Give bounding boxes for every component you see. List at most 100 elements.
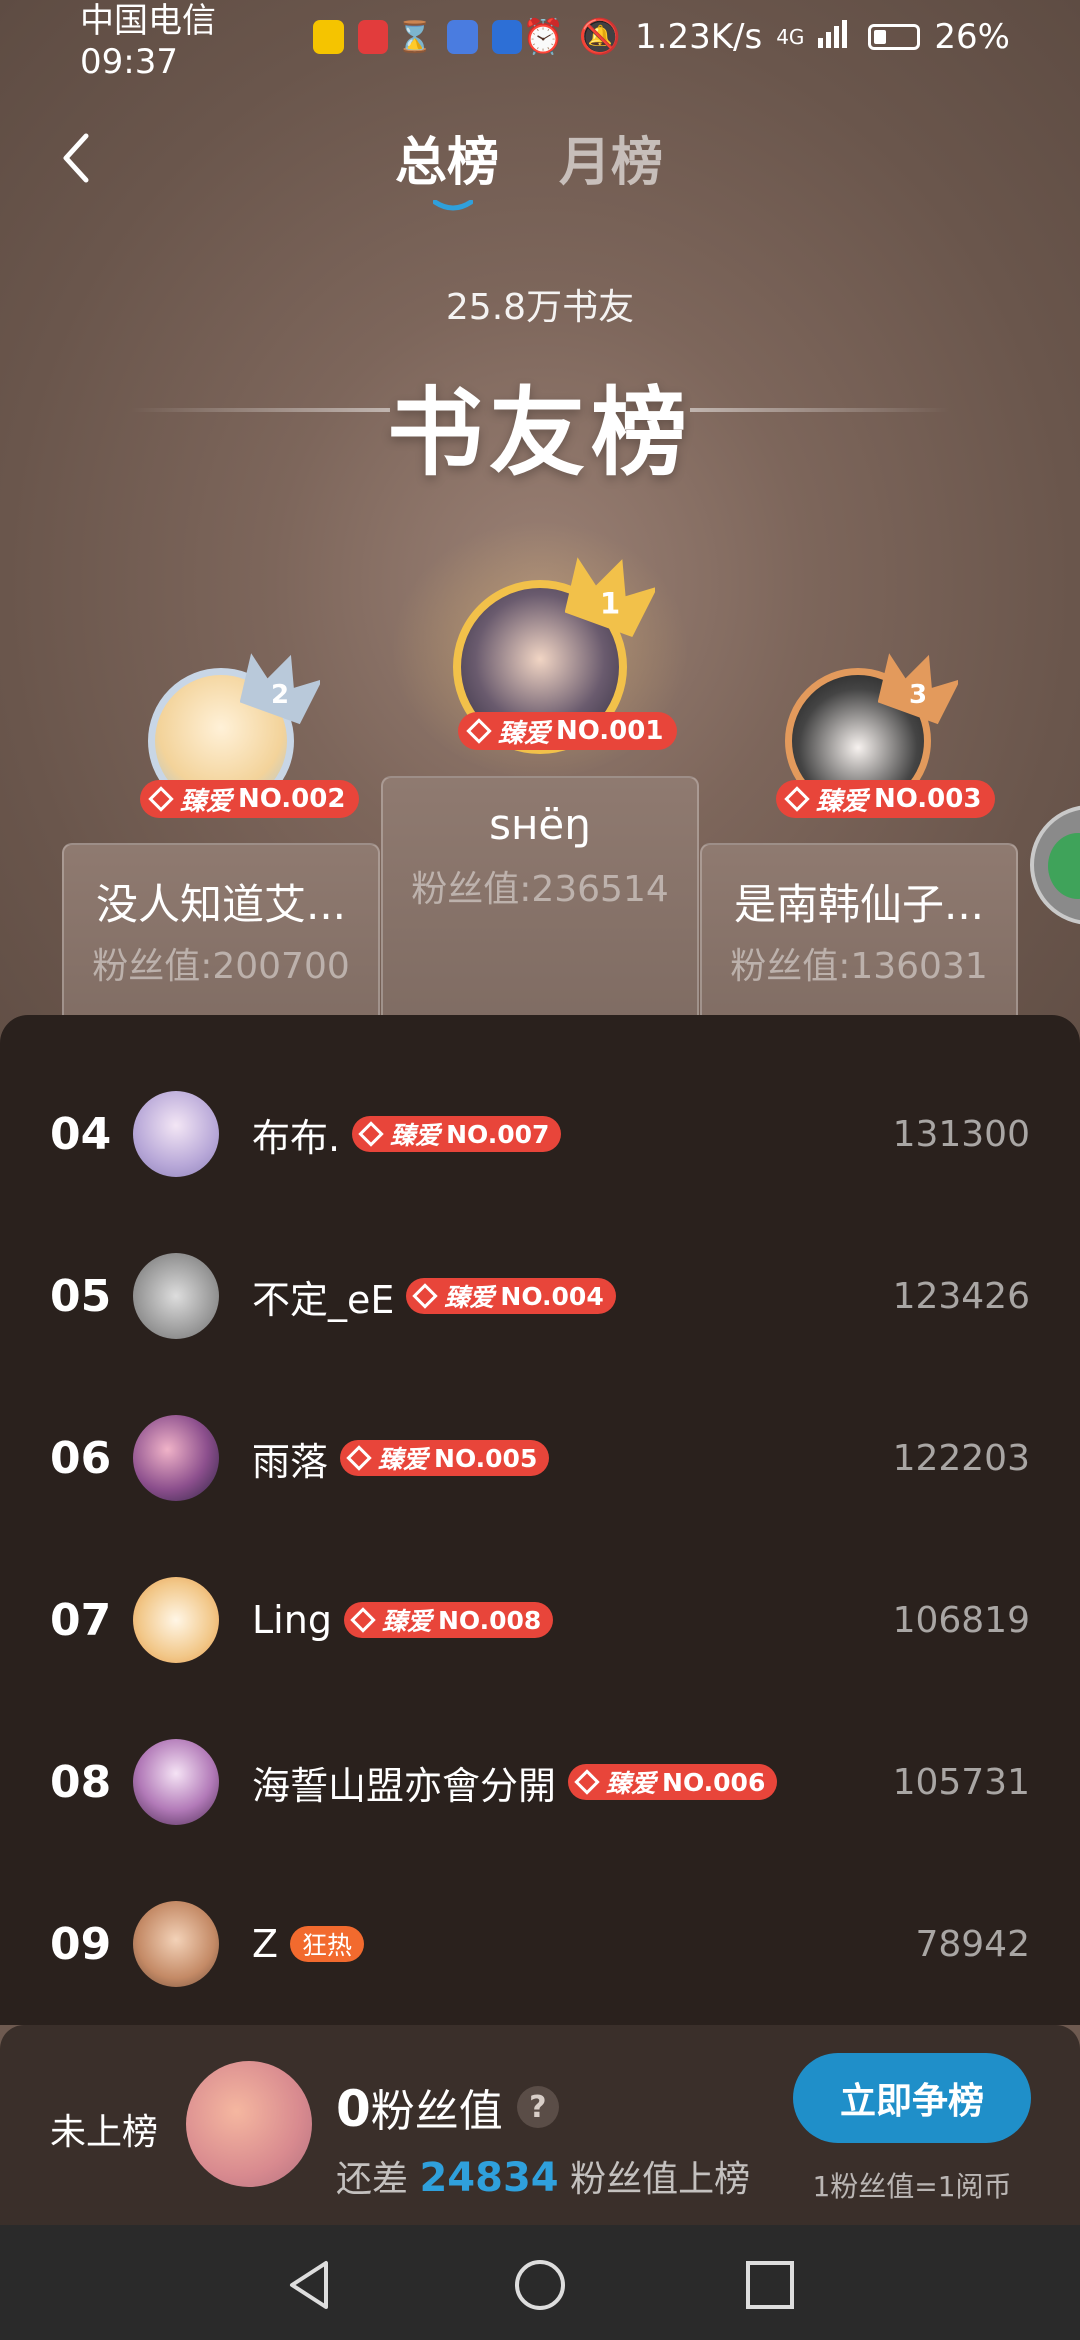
tab-total[interactable]: 总榜 bbox=[395, 120, 500, 211]
badge-no: NO.008 bbox=[437, 1605, 542, 1635]
crown-bronze-icon: 3 bbox=[878, 653, 958, 725]
list-item[interactable]: 07 Ling 臻爱 NO.008 106819 bbox=[0, 1539, 1080, 1701]
badge-third: 臻爱 NO.003 bbox=[776, 780, 996, 818]
board-title: 书友榜 bbox=[0, 355, 1080, 494]
compete-button[interactable]: 立即争榜 bbox=[793, 2053, 1031, 2143]
list-username: 不定_eE bbox=[252, 1277, 395, 1322]
nav-home-icon[interactable] bbox=[512, 2257, 568, 2313]
podium-third-value: 粉丝值:136031 bbox=[730, 946, 988, 987]
podium-first-value: 粉丝值:236514 bbox=[411, 869, 669, 910]
alarm-icon: ⏰ bbox=[522, 17, 565, 57]
net-speed: 1.23K/s bbox=[635, 17, 763, 57]
badge-first-brand: 臻爱 bbox=[498, 718, 551, 749]
rank-third-label: 3 bbox=[909, 680, 927, 710]
list-item[interactable]: 04 布布. 臻爱 NO.007 131300 bbox=[0, 1053, 1080, 1215]
badge-brand: 臻爱 bbox=[378, 1445, 429, 1474]
top-nav: 总榜 月榜 bbox=[0, 110, 1080, 211]
tab-monthly[interactable]: 月榜 bbox=[559, 120, 663, 195]
gap-to-rank: 还差 24834 粉丝值上榜 bbox=[336, 2150, 750, 2202]
avatar bbox=[133, 1901, 219, 1987]
tab-monthly-label: 月榜 bbox=[559, 133, 664, 193]
rank-badge: 臻爱 NO.005 bbox=[340, 1440, 550, 1476]
badge-brand: 臻爱 bbox=[390, 1121, 441, 1150]
my-score-number: 0 bbox=[336, 2080, 371, 2138]
carrier-time: 中国电信 09:37 bbox=[80, 0, 216, 82]
diamond-icon bbox=[346, 1445, 372, 1471]
chat-icon bbox=[1048, 833, 1080, 899]
tab-bar: 总榜 月榜 bbox=[395, 120, 663, 211]
avatar bbox=[133, 1577, 219, 1663]
diamond-icon bbox=[412, 1283, 439, 1309]
gap-number: 24834 bbox=[419, 2155, 559, 2201]
signal-icon bbox=[818, 17, 854, 57]
badge-first: 臻爱 NO.001 bbox=[458, 712, 678, 750]
system-nav-bar bbox=[0, 2225, 1080, 2340]
chevron-left-icon bbox=[63, 133, 89, 183]
list-score: 131300 bbox=[892, 1113, 1030, 1155]
list-score: 123426 bbox=[892, 1275, 1030, 1317]
badge-brand: 臻爱 bbox=[381, 1607, 432, 1636]
list-username: Ling bbox=[252, 1598, 332, 1642]
tab-total-label: 总榜 bbox=[395, 133, 500, 193]
list-score: 106819 bbox=[892, 1599, 1030, 1641]
list-item[interactable]: 09 Z 狂热 78942 bbox=[0, 1863, 1080, 2025]
battery-level: 26% bbox=[934, 17, 1010, 57]
diamond-icon bbox=[574, 1769, 600, 1795]
battery-icon bbox=[868, 24, 921, 50]
list-item[interactable]: 08 海誓山盟亦會分開 臻爱 NO.006 105731 bbox=[0, 1701, 1080, 1863]
badge-second: 臻爱 NO.002 bbox=[140, 780, 360, 818]
rank-badge: 臻爱 NO.008 bbox=[343, 1602, 554, 1638]
avatar bbox=[133, 1091, 219, 1177]
board-title-part-b: 友榜 bbox=[489, 377, 693, 489]
my-rank-status: 未上榜 bbox=[50, 2112, 159, 2153]
status-bar: 中国电信 09:37 ⌛ ⏰ 🔕 1.23K/s 4G 26% bbox=[0, 0, 1080, 82]
network-type: 4G bbox=[776, 25, 805, 49]
badge-no: NO.005 bbox=[434, 1443, 538, 1473]
mute-icon: 🔕 bbox=[578, 17, 622, 57]
crown-gold-icon: 1 bbox=[565, 557, 655, 638]
list-username: 布布. bbox=[252, 1115, 341, 1160]
avatar bbox=[133, 1739, 219, 1825]
badge-brand: 臻爱 bbox=[606, 1769, 657, 1798]
ranking-list: 04 布布. 臻爱 NO.007 131300 05 不定_eE 臻爱 NO.004… bbox=[0, 1015, 1080, 2025]
podium-third-name: 是南韩仙子... bbox=[733, 880, 985, 929]
list-score: 122203 bbox=[892, 1437, 1030, 1479]
list-rank: 04 bbox=[50, 1108, 112, 1160]
podium-second-name: 没人知道艾... bbox=[95, 880, 347, 929]
avatar bbox=[133, 1253, 219, 1339]
rank-badge: 臻爱 NO.006 bbox=[568, 1764, 778, 1800]
hot-badge: 狂热 bbox=[290, 1926, 365, 1962]
list-rank: 05 bbox=[50, 1270, 112, 1322]
list-score: 105731 bbox=[892, 1761, 1030, 1803]
nav-recents-icon[interactable] bbox=[742, 2257, 798, 2313]
podium-second-value: 粉丝值:200700 bbox=[92, 946, 350, 987]
huawei-icon bbox=[357, 20, 389, 54]
weibo-icon bbox=[313, 20, 344, 54]
badge-no: NO.007 bbox=[446, 1119, 550, 1149]
list-rank: 06 bbox=[50, 1432, 112, 1484]
bank-icon bbox=[491, 20, 523, 54]
gap-suffix: 粉丝值上榜 bbox=[570, 2159, 751, 2200]
my-avatar[interactable] bbox=[186, 2061, 312, 2187]
list-item[interactable]: 06 雨落 臻爱 NO.005 122203 bbox=[0, 1377, 1080, 1539]
help-icon[interactable]: ? bbox=[516, 2086, 559, 2128]
diamond-icon bbox=[358, 1121, 384, 1147]
back-button[interactable] bbox=[48, 128, 108, 188]
board-title-part-a: 书 bbox=[387, 377, 489, 489]
list-rank: 08 bbox=[50, 1756, 112, 1808]
my-score-label: 粉丝值 bbox=[370, 2086, 503, 2137]
exchange-rate: 1粉丝值=1阅币 bbox=[812, 2170, 1012, 2203]
rank-badge: 臻爱 NO.004 bbox=[406, 1278, 616, 1314]
nav-back-icon[interactable] bbox=[282, 2257, 338, 2313]
rank-second-label: 2 bbox=[271, 680, 289, 710]
crown-silver-icon: 2 bbox=[240, 653, 320, 725]
diamond-icon bbox=[350, 1607, 376, 1633]
badge-third-brand: 臻爱 bbox=[816, 786, 869, 817]
list-item[interactable]: 05 不定_eE 臻爱 NO.004 123426 bbox=[0, 1215, 1080, 1377]
fan-count: 25.8万书友 bbox=[445, 287, 635, 328]
rank-first-label: 1 bbox=[600, 586, 620, 620]
badge-first-no: NO.001 bbox=[556, 716, 664, 746]
tab-underline-indicator bbox=[433, 200, 473, 211]
my-rank-bar: 未上榜 0粉丝值 ? 还差 24834 粉丝值上榜 立即争榜 1粉丝值=1阅币 bbox=[0, 2025, 1080, 2225]
diamond-icon bbox=[466, 718, 492, 744]
